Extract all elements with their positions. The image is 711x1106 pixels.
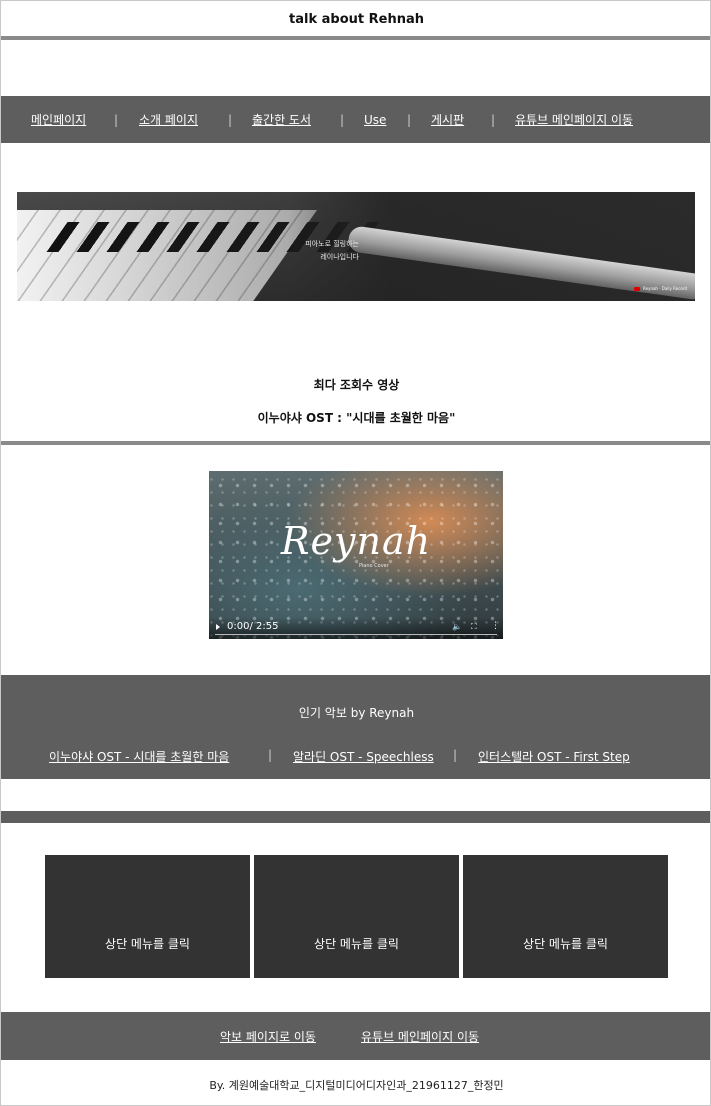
featured-video-title: 이누야샤 OST : "시대를 초월한 마음" [257,411,456,425]
more-options-icon[interactable]: ⋮ [491,621,500,631]
mid-divider [1,441,710,445]
menu-hint-card[interactable]: 상단 메뉴를 클릭 [45,855,250,978]
banner-watermark-text: Reynah · Daily Record [643,286,687,291]
fullscreen-icon[interactable]: ⛶ [471,622,477,632]
nav-link-use[interactable]: Use [364,96,386,143]
nav-link-main[interactable]: 메인페이지 [31,96,86,143]
card-label: 상단 메뉴를 클릭 [523,937,608,951]
section-divider-band [1,811,710,823]
video-controls: 0:00/ 2:55 🔈 ⛶ ⋮ [209,617,503,639]
banner-watermark: Reynah · Daily Record [634,286,687,291]
nav-link-books[interactable]: 출간한 도서 [252,96,311,143]
footer-credits: By. 계원예술대학교_디지털미디어디자인과_21961127_한정민 [209,1079,504,1092]
page: talk about Rehnah 메인페이지 | 소개 페이지 | 출간한 도… [0,0,711,1106]
volume-icon[interactable]: 🔈 [452,622,462,631]
youtube-icon [634,286,641,291]
menu-hint-card[interactable]: 상단 메뉴를 클릭 [463,855,668,978]
site-title: talk about Rehnah [289,11,424,27]
top-divider [1,36,710,40]
card-label: 상단 메뉴를 클릭 [105,937,190,951]
nav-separator: | [491,112,496,127]
nav-separator: | [340,112,345,127]
banner-image: 피아노로 힐링하는 레이나입니다 Reynah · Daily Record [17,192,695,301]
nav-separator: | [228,112,233,127]
footer-link-sheets[interactable]: 악보 페이지로 이동 [220,1012,316,1060]
banner-caption: 피아노로 힐링하는 레이나입니다 [279,238,359,264]
video-progress-bar[interactable] [215,634,497,635]
sheet-link-interstellar[interactable]: 인터스텔라 OST - First Step [478,748,630,765]
card-label: 상단 메뉴를 클릭 [314,937,399,951]
banner-caption-line: 레이나입니다 [320,253,359,261]
play-icon[interactable] [216,624,220,630]
popular-sheets-section: 인기 악보 by Reynah 이누야샤 OST - 시대를 초월한 마음 | … [1,675,710,779]
nav-link-youtube[interactable]: 유튜브 메인페이지 이동 [515,96,633,143]
sheet-link-inuyasha[interactable]: 이누야샤 OST - 시대를 초월한 마음 [49,748,229,765]
nav-separator: | [114,112,119,127]
video-logo: Reynah [280,519,432,563]
menu-hint-card[interactable]: 상단 메뉴를 클릭 [254,855,459,978]
sheet-separator: | [268,748,273,762]
video-subtitle: Piano Cover [359,563,389,569]
footer-link-youtube[interactable]: 유튜브 메인페이지 이동 [361,1012,479,1060]
popular-sheets-title: 인기 악보 by Reynah [298,706,415,720]
main-nav: 메인페이지 | 소개 페이지 | 출간한 도서 | Use | 게시판 | 유튜… [1,96,710,143]
video-player[interactable]: Reynah Piano Cover 0:00/ 2:55 🔈 ⛶ ⋮ [209,471,503,639]
sheet-link-aladdin[interactable]: 알라딘 OST - Speechless [293,748,434,765]
nav-separator: | [407,112,412,127]
nav-link-about[interactable]: 소개 페이지 [139,96,198,143]
featured-heading: 최다 조회수 영상 [313,378,400,392]
video-time: 0:00/ 2:55 [227,621,279,632]
footer-nav: 악보 페이지로 이동 유튜브 메인페이지 이동 [1,1012,710,1060]
sheet-separator: | [453,748,458,762]
banner-caption-line: 피아노로 힐링하는 [305,240,359,248]
nav-link-board[interactable]: 게시판 [431,96,464,143]
